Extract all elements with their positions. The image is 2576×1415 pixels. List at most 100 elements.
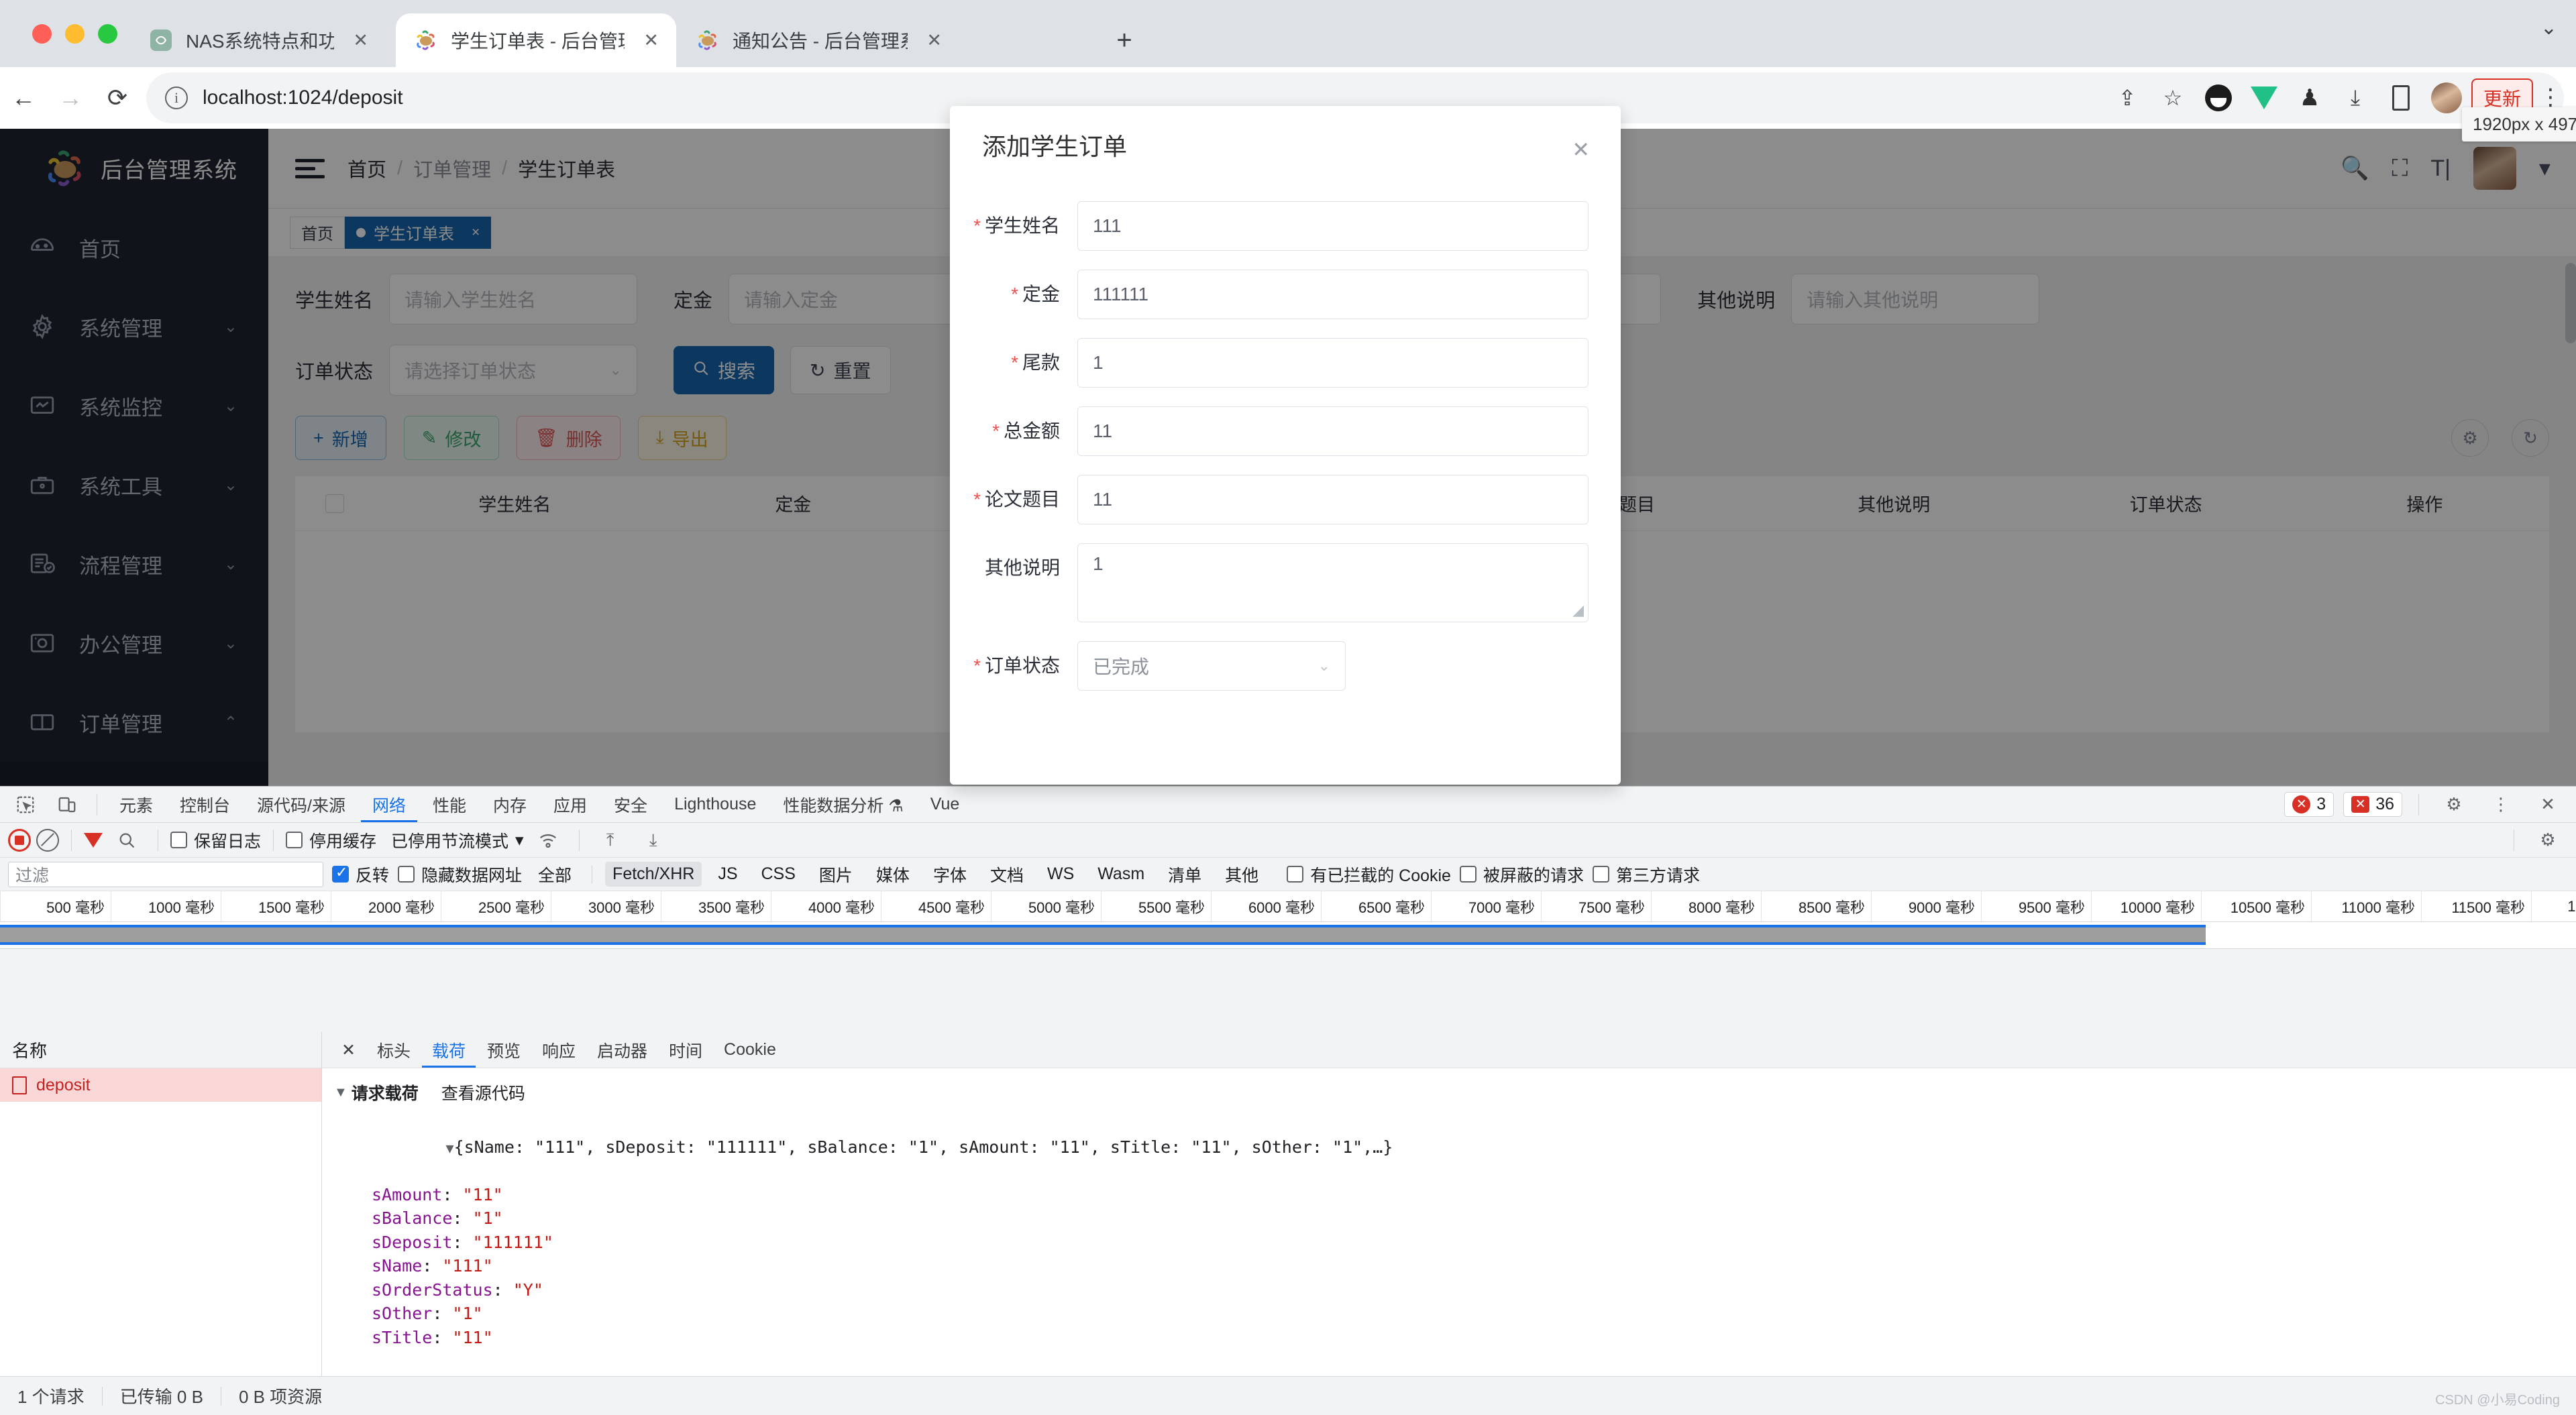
devtools-tab-network[interactable]: 网络 [361, 787, 417, 822]
request-payload-section-header[interactable]: ▼ 请求载荷 查看源代码 [322, 1080, 2576, 1105]
detail-tab-initiator[interactable]: 启动器 [587, 1033, 657, 1068]
request-row-deposit[interactable]: deposit [0, 1068, 321, 1102]
devtools-tab-performance[interactable]: 性能 [421, 787, 478, 822]
type-filter-manifest[interactable]: 清单 [1161, 860, 1209, 889]
gear-icon[interactable]: ⚙ [2529, 825, 2567, 856]
type-filter-other[interactable]: 其他 [1218, 860, 1266, 889]
checkbox[interactable] [332, 864, 349, 883]
export-har-icon[interactable]: ⤓ [635, 825, 672, 856]
close-icon[interactable]: ✕ [1572, 137, 1590, 162]
checkbox[interactable] [398, 866, 415, 883]
detail-tab-headers[interactable]: 标头 [367, 1033, 421, 1068]
input-amount[interactable]: 11 [1077, 406, 1589, 456]
devtools-tab-lighthouse[interactable]: Lighthouse [663, 787, 767, 822]
preserve-log-option[interactable]: 保留日志 [170, 828, 261, 852]
chevron-down-icon[interactable]: ⌄ [2540, 16, 2557, 40]
type-filter-ws[interactable]: WS [1040, 862, 1081, 887]
close-icon[interactable]: ✕ [926, 30, 942, 51]
profile-avatar[interactable] [2426, 77, 2467, 119]
type-filter-media[interactable]: 媒体 [869, 860, 917, 889]
checkbox[interactable] [170, 832, 187, 848]
close-detail-icon[interactable]: ✕ [331, 1033, 366, 1068]
request-list-header[interactable]: 名称 [0, 1032, 321, 1068]
devtools-tab-console[interactable]: 控制台 [168, 787, 241, 822]
detail-tab-preview[interactable]: 预览 [477, 1033, 531, 1068]
input-student-name[interactable]: 111 [1077, 201, 1589, 251]
type-filter-js[interactable]: JS [710, 862, 745, 887]
new-tab-button[interactable]: + [1104, 20, 1144, 60]
device-toolbar-icon[interactable] [48, 789, 86, 820]
devtools-tab-vue[interactable]: Vue [919, 787, 971, 822]
type-filter-fetch-xhr[interactable]: Fetch/XHR [605, 862, 702, 887]
disable-cache-option[interactable]: 停用缓存 [286, 828, 376, 852]
browser-tab-2[interactable]: 学生订单表 - 后台管理系统 ✕ [396, 13, 676, 67]
caret-down-icon[interactable]: ▼ [446, 1140, 454, 1156]
textarea-other-notes[interactable]: 1 ◢ [1077, 543, 1589, 622]
detail-tab-timing[interactable]: 时间 [659, 1033, 712, 1068]
filter-input[interactable]: 过滤 [8, 861, 323, 887]
devtools-tab-security[interactable]: 安全 [602, 787, 659, 822]
checkbox[interactable] [1287, 866, 1304, 883]
blocked-cookies-option[interactable]: 有已拦截的 Cookie [1287, 862, 1451, 887]
caret-down-icon[interactable]: ▼ [334, 1085, 347, 1100]
extension-person-icon[interactable]: ♟ [2289, 77, 2330, 119]
type-filter-all[interactable]: 全部 [531, 860, 579, 889]
browser-menu-icon[interactable]: ⋮ [2537, 86, 2564, 109]
browser-tab-3[interactable]: 通知公告 - 后台管理系统 ✕ [678, 13, 959, 67]
detail-tab-payload[interactable]: 载荷 [422, 1033, 476, 1068]
input-balance[interactable]: 1 [1077, 338, 1589, 388]
window-controls[interactable] [32, 24, 117, 44]
hide-data-urls-option[interactable]: 隐藏数据网址 [398, 862, 522, 887]
checkbox[interactable] [286, 832, 303, 848]
site-info-icon[interactable]: i [165, 87, 188, 109]
network-overview-timeline[interactable] [0, 922, 2576, 949]
devtools-tab-elements[interactable]: 元素 [108, 787, 164, 822]
record-icon[interactable] [8, 828, 31, 852]
invert-option[interactable]: 反转 [332, 862, 389, 887]
maximize-window-button[interactable] [98, 24, 117, 44]
forward-button[interactable]: → [47, 74, 94, 121]
throttling-select[interactable]: 已停用节流模式 ▾ [391, 828, 524, 852]
devtools-tab-memory[interactable]: 内存 [482, 787, 538, 822]
detail-tab-cookies[interactable]: Cookie [714, 1033, 786, 1068]
close-window-button[interactable] [32, 24, 52, 44]
resize-grip-icon[interactable]: ◢ [1572, 602, 1584, 619]
close-icon[interactable]: ✕ [643, 30, 659, 51]
bookmark-star-icon[interactable]: ☆ [2152, 77, 2194, 119]
more-options-icon[interactable]: ⋮ [2482, 789, 2520, 820]
checkbox[interactable] [1459, 866, 1477, 883]
close-icon[interactable]: ✕ [353, 30, 368, 51]
view-source-link[interactable]: 查看源代码 [441, 1080, 525, 1105]
type-filter-doc[interactable]: 文档 [983, 860, 1031, 889]
filter-icon[interactable] [84, 832, 103, 848]
type-filter-font[interactable]: 字体 [926, 860, 974, 889]
extension-dark-icon[interactable] [2198, 77, 2239, 119]
gear-icon[interactable]: ⚙ [2435, 789, 2473, 820]
share-icon[interactable]: ⇪ [2106, 77, 2148, 119]
checkbox[interactable] [1592, 866, 1609, 883]
minimize-window-button[interactable] [65, 24, 85, 44]
devtools-tab-application[interactable]: 应用 [542, 787, 598, 822]
devtools-tab-sources[interactable]: 源代码/来源 [246, 787, 357, 822]
inspect-icon[interactable] [7, 789, 44, 820]
blocked-requests-option[interactable]: 被屏蔽的请求 [1459, 862, 1584, 887]
search-icon[interactable] [108, 825, 146, 856]
close-icon[interactable]: ✕ [2529, 789, 2567, 820]
third-party-option[interactable]: 第三方请求 [1592, 862, 1700, 887]
warning-count-badge[interactable]: ✕ 36 [2343, 792, 2402, 817]
input-thesis-title[interactable]: 11 [1077, 475, 1589, 524]
select-order-status[interactable]: 已完成 ⌄ [1077, 641, 1346, 691]
browser-tab-1[interactable]: NAS系统特点和功能 ✕ [131, 13, 386, 67]
error-count-badge[interactable]: ✕ 3 [2284, 792, 2334, 817]
detail-tab-response[interactable]: 响应 [532, 1033, 586, 1068]
devtools-tab-performance-insights[interactable]: 性能数据分析 ⚗ [771, 787, 914, 822]
reload-button[interactable]: ⟳ [94, 74, 141, 121]
clear-icon[interactable] [36, 828, 59, 852]
import-har-icon[interactable]: ⤒ [592, 825, 629, 856]
vue-devtools-icon[interactable] [2243, 77, 2285, 119]
overview-selection-band[interactable] [0, 925, 2206, 945]
type-filter-css[interactable]: CSS [754, 862, 803, 887]
type-filter-img[interactable]: 图片 [812, 860, 860, 889]
sidepanel-icon[interactable] [2380, 77, 2422, 119]
payload-summary-line[interactable]: ▼{sName: "111", sDeposit: "111111", sBal… [322, 1111, 2576, 1183]
